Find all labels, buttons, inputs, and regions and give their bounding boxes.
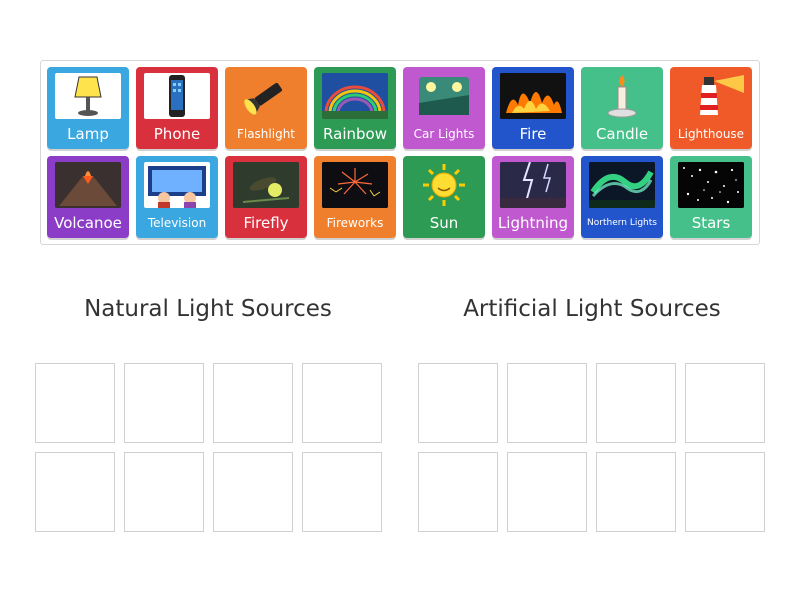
lightning-icon — [500, 162, 566, 208]
artificial-drop-slot[interactable] — [596, 452, 676, 532]
card-fire[interactable]: Fire — [492, 67, 574, 149]
card-label: Fire — [519, 125, 547, 143]
card-bank: Lamp Phone Flashlight Rainbow Car Lights… — [40, 60, 760, 245]
artificial-group-title: Artificial Light Sources — [463, 296, 721, 322]
fire-icon — [500, 73, 566, 119]
natural-drop-slot[interactable] — [124, 452, 204, 532]
lighthouse-icon — [678, 73, 744, 119]
natural-drop-slot[interactable] — [302, 452, 382, 532]
natural-drop-slot[interactable] — [213, 363, 293, 443]
card-television[interactable]: Television — [136, 156, 218, 238]
artificial-drop-slot[interactable] — [596, 363, 676, 443]
stars-icon — [678, 162, 744, 208]
card-phone[interactable]: Phone — [136, 67, 218, 149]
card-label: Candle — [595, 125, 649, 143]
card-lighthouse[interactable]: Lighthouse — [670, 67, 752, 149]
card-label: Fireworks — [326, 216, 384, 230]
natural-drop-slot[interactable] — [124, 363, 204, 443]
natural-drop-slot[interactable] — [302, 363, 382, 443]
card-lamp[interactable]: Lamp — [47, 67, 129, 149]
flashlight-icon — [233, 73, 299, 119]
car-lights-icon — [411, 73, 477, 119]
card-rainbow[interactable]: Rainbow — [314, 67, 396, 149]
card-car-lights[interactable]: Car Lights — [403, 67, 485, 149]
card-label: Lightning — [497, 214, 569, 232]
natural-drop-slot[interactable] — [35, 452, 115, 532]
card-sun[interactable]: Sun — [403, 156, 485, 238]
television-icon — [144, 162, 210, 208]
card-lightning[interactable]: Lightning — [492, 156, 574, 238]
northern-lights-icon — [589, 162, 655, 208]
card-label: Flashlight — [236, 127, 296, 141]
card-fireworks[interactable]: Fireworks — [314, 156, 396, 238]
card-label: Volcanoe — [54, 214, 122, 232]
lamp-icon — [55, 73, 121, 119]
card-label: Lamp — [67, 125, 109, 143]
card-flashlight[interactable]: Flashlight — [225, 67, 307, 149]
volcano-icon — [55, 162, 121, 208]
card-volcanoe[interactable]: Volcanoe — [47, 156, 129, 238]
phone-icon — [144, 73, 210, 119]
card-label: Stars — [691, 214, 731, 232]
card-label: Firefly — [243, 214, 289, 232]
card-stars[interactable]: Stars — [670, 156, 752, 238]
artificial-drop-slot[interactable] — [685, 363, 765, 443]
card-label: Phone — [153, 125, 201, 143]
artificial-drop-slot[interactable] — [507, 452, 587, 532]
candle-icon — [589, 73, 655, 119]
card-label: Lighthouse — [677, 127, 745, 141]
fireworks-icon — [322, 162, 388, 208]
artificial-drop-slot[interactable] — [418, 452, 498, 532]
natural-drop-slot[interactable] — [35, 363, 115, 443]
firefly-icon — [233, 162, 299, 208]
artificial-drop-slot[interactable] — [685, 452, 765, 532]
sun-icon — [411, 162, 477, 208]
artificial-drop-slot[interactable] — [418, 363, 498, 443]
card-firefly[interactable]: Firefly — [225, 156, 307, 238]
card-label: Northern Lights — [587, 218, 657, 228]
card-label: Car Lights — [413, 127, 475, 141]
card-northern-lights[interactable]: Northern Lights — [581, 156, 663, 238]
card-label: Sun — [429, 214, 459, 232]
natural-group-title: Natural Light Sources — [84, 296, 332, 322]
card-candle[interactable]: Candle — [581, 67, 663, 149]
rainbow-icon — [322, 73, 388, 119]
card-label: Television — [147, 216, 207, 230]
natural-drop-slot[interactable] — [213, 452, 293, 532]
artificial-drop-slot[interactable] — [507, 363, 587, 443]
card-label: Rainbow — [323, 125, 387, 143]
